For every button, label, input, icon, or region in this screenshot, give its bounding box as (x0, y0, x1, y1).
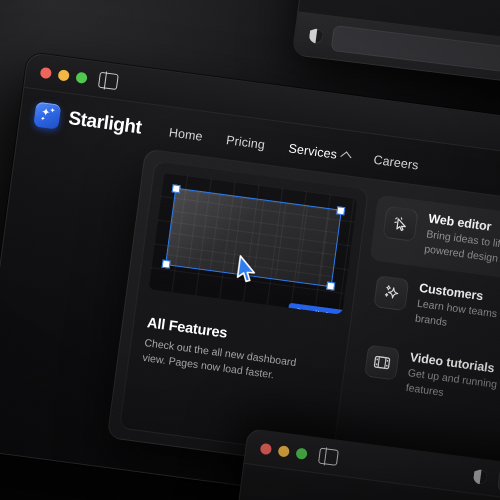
zoom-button[interactable] (295, 447, 308, 460)
nav-item-home[interactable]: Home (168, 125, 203, 143)
sidebar-toggle-icon[interactable] (317, 447, 339, 466)
dropdown-item-text: Video tutorials Get up and running with … (405, 350, 500, 414)
nav-item-label: Pricing (225, 132, 266, 152)
nav-item-pricing[interactable]: Pricing (225, 133, 265, 152)
nav-item-label: Home (168, 124, 204, 144)
all-features-card[interactable]: Starlight AI All Features Check out the … (119, 160, 369, 457)
screenshot-stage: ✦ ✦ ✦ Starlight Home Pricing Services Ca… (0, 0, 500, 500)
resize-handle-top-right[interactable] (336, 206, 346, 216)
close-button[interactable] (39, 66, 53, 79)
shield-icon (473, 468, 488, 485)
minimize-button[interactable] (277, 444, 290, 458)
arrow-cursor (236, 255, 256, 283)
brand-name: Starlight (67, 107, 143, 139)
dropdown-item-text: Web editor Bring ideas to life with powe… (423, 211, 500, 275)
nav-item-services[interactable]: Services (287, 140, 352, 163)
cursor-sparkle-icon (382, 205, 419, 242)
resize-handle-bottom-right[interactable] (326, 281, 336, 291)
video-film-icon (364, 344, 401, 381)
chevron-up-icon (340, 151, 352, 163)
card-preview-canvas: Starlight AI (147, 171, 358, 315)
minimize-button[interactable] (57, 68, 70, 82)
sparkle-glyph-tiny: ✦ (39, 116, 46, 123)
zoom-button[interactable] (75, 71, 88, 84)
sparkle-icon (373, 275, 410, 311)
resize-handle-top-left[interactable] (171, 184, 181, 194)
dropdown-item-list: Web editor Bring ideas to life with powe… (343, 191, 500, 486)
traffic-lights (259, 442, 308, 460)
nav-item-label: Careers (372, 152, 420, 173)
address-bar[interactable] (330, 24, 500, 97)
close-button[interactable] (259, 442, 273, 455)
dropdown-item-text: Customers Learn how teams are making bra… (414, 281, 500, 345)
starlight-sparkle-logo: ✦ ✦ ✦ (33, 101, 62, 130)
traffic-lights (39, 66, 88, 84)
nav-item-careers[interactable]: Careers (373, 152, 420, 172)
shield-icon (308, 28, 323, 44)
nav-item-label: Services (287, 140, 338, 162)
sidebar-toggle-icon[interactable] (97, 71, 119, 91)
dropdown-item-description: Bring ideas to life with powered design (423, 228, 500, 265)
sparkle-glyph-small: ✦ (48, 107, 56, 116)
dropdown-item-video-tutorials[interactable]: Video tutorials Get up and running with … (351, 333, 500, 425)
resize-handle-bottom-left[interactable] (161, 259, 171, 269)
brand[interactable]: ✦ ✦ ✦ Starlight (33, 101, 143, 141)
